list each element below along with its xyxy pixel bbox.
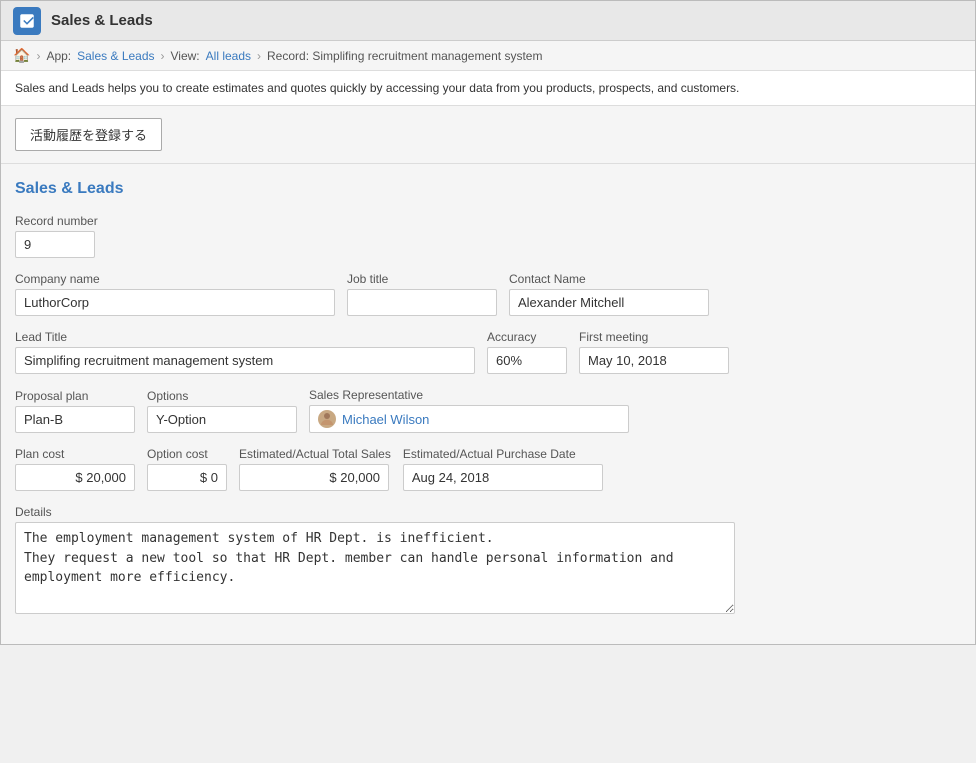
lead-title-field: Lead Title <box>15 330 475 374</box>
job-title-label: Job title <box>347 272 497 286</box>
details-field: Details The employment management system… <box>15 505 961 614</box>
proposal-plan-input[interactable] <box>15 406 135 433</box>
app-header: Sales & Leads <box>1 1 975 41</box>
company-job-contact-group: Company name Job title Contact Name <box>15 272 961 316</box>
lead-accuracy-meeting-group: Lead Title Accuracy First meeting <box>15 330 961 374</box>
company-name-input[interactable] <box>15 289 335 316</box>
purchase-date-label: Estimated/Actual Purchase Date <box>403 447 603 461</box>
record-number-label: Record number <box>15 214 98 228</box>
sales-rep-name: Michael Wilson <box>342 412 429 427</box>
breadcrumb-app-link[interactable]: Sales & Leads <box>77 49 154 63</box>
breadcrumb-view-link[interactable]: All leads <box>206 49 251 63</box>
lead-title-input[interactable] <box>15 347 475 374</box>
section-title: Sales & Leads <box>15 180 961 198</box>
breadcrumb: 🏠 › App: Sales & Leads › View: All leads… <box>1 41 975 71</box>
purchase-date-input[interactable] <box>403 464 603 491</box>
lead-title-label: Lead Title <box>15 330 475 344</box>
sales-rep-label: Sales Representative <box>309 388 629 402</box>
plan-cost-label: Plan cost <box>15 447 135 461</box>
register-activity-button[interactable]: 活動履歴を登録する <box>15 118 162 151</box>
total-sales-label: Estimated/Actual Total Sales <box>239 447 391 461</box>
job-title-field: Job title <box>347 272 497 316</box>
form-section: Sales & Leads Record number Company name… <box>15 180 961 614</box>
first-meeting-field: First meeting <box>579 330 729 374</box>
accuracy-input[interactable] <box>487 347 567 374</box>
plan-cost-input[interactable] <box>15 464 135 491</box>
proposal-plan-field: Proposal plan <box>15 389 135 433</box>
record-number-group: Record number <box>15 214 961 258</box>
sales-rep-field-container: Sales Representative Michael Wilson <box>309 388 629 433</box>
accuracy-label: Accuracy <box>487 330 567 344</box>
home-icon[interactable]: 🏠 <box>13 47 30 64</box>
breadcrumb-view-label: View: <box>171 49 200 63</box>
app-title: Sales & Leads <box>51 12 153 29</box>
info-text: Sales and Leads helps you to create esti… <box>15 81 739 95</box>
action-bar: 活動履歴を登録する <box>1 106 975 164</box>
option-cost-label: Option cost <box>147 447 227 461</box>
proposal-plan-label: Proposal plan <box>15 389 135 403</box>
contact-name-field: Contact Name <box>509 272 709 316</box>
first-meeting-input[interactable] <box>579 347 729 374</box>
record-number-input[interactable] <box>15 231 95 258</box>
options-field: Options <box>147 389 297 433</box>
costs-group: Plan cost Option cost Estimated/Actual T… <box>15 447 961 491</box>
options-label: Options <box>147 389 297 403</box>
options-input[interactable] <box>147 406 297 433</box>
app-icon <box>13 7 41 35</box>
sales-rep-avatar <box>318 410 336 428</box>
info-bar: Sales and Leads helps you to create esti… <box>1 71 975 106</box>
plan-options-rep-group: Proposal plan Options Sales Representati… <box>15 388 961 433</box>
contact-name-label: Contact Name <box>509 272 709 286</box>
record-number-field: Record number <box>15 214 98 258</box>
total-sales-input[interactable] <box>239 464 389 491</box>
option-cost-input[interactable] <box>147 464 227 491</box>
job-title-input[interactable] <box>347 289 497 316</box>
breadcrumb-app-label: App: <box>46 49 71 63</box>
sales-rep-display[interactable]: Michael Wilson <box>309 405 629 433</box>
first-meeting-label: First meeting <box>579 330 729 344</box>
details-textarea[interactable]: The employment management system of HR D… <box>15 522 735 614</box>
company-name-field: Company name <box>15 272 335 316</box>
main-content: Sales & Leads Record number Company name… <box>1 164 975 644</box>
accuracy-field: Accuracy <box>487 330 567 374</box>
total-sales-field: Estimated/Actual Total Sales <box>239 447 391 491</box>
purchase-date-field: Estimated/Actual Purchase Date <box>403 447 603 491</box>
option-cost-field: Option cost <box>147 447 227 491</box>
details-label: Details <box>15 505 961 519</box>
company-name-label: Company name <box>15 272 335 286</box>
breadcrumb-record: Record: Simplifing recruitment managemen… <box>267 49 542 63</box>
plan-cost-field: Plan cost <box>15 447 135 491</box>
contact-name-input[interactable] <box>509 289 709 316</box>
